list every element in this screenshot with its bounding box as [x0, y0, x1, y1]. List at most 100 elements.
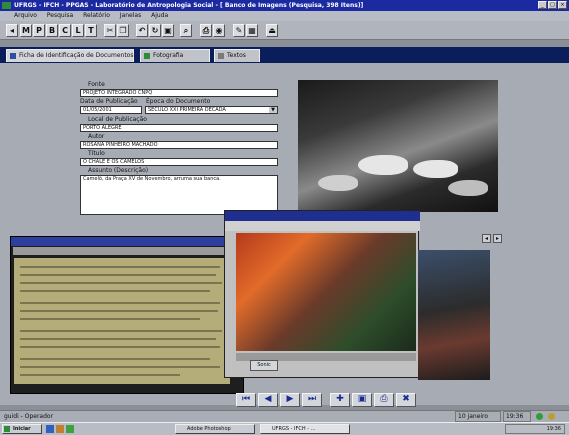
- document-icon: [10, 53, 16, 59]
- delete-record-icon[interactable]: ✖: [396, 393, 416, 407]
- toolbar-button-l[interactable]: L: [72, 24, 84, 37]
- copy-icon[interactable]: ❐: [117, 24, 129, 37]
- fonte-field[interactable]: PROJETO INTEGRADO CNPQ: [80, 89, 278, 97]
- titulo-label: Título: [88, 150, 105, 157]
- data-publicacao-field[interactable]: 01/05/2001: [80, 106, 142, 114]
- image-viewer-window: [224, 210, 420, 378]
- shoe-shape: [318, 175, 358, 191]
- browser-quicklaunch-icon[interactable]: [46, 425, 54, 433]
- menu-arquivo[interactable]: Arquivo: [14, 12, 37, 19]
- globe-icon[interactable]: ◉: [213, 24, 225, 37]
- text-line: [20, 330, 222, 332]
- text-line: [20, 290, 210, 292]
- text-line: [20, 318, 200, 320]
- autor-field[interactable]: ROSANA PINHEIRO MACHADO: [80, 141, 278, 149]
- app-logo-icon: [2, 2, 11, 9]
- next-record-icon[interactable]: ▶: [280, 393, 300, 407]
- taskbar-item-ufrgs[interactable]: UFRGS - IFCH - ...: [260, 424, 350, 434]
- print-record-icon[interactable]: ⎙: [374, 393, 394, 407]
- titulo-field[interactable]: O CHALE E OS CAMELÔS: [80, 158, 278, 166]
- add-record-icon[interactable]: ✚: [330, 393, 350, 407]
- menu-pesquisa[interactable]: Pesquisa: [47, 12, 73, 19]
- image-viewer-toolbar: [225, 221, 420, 231]
- status-date: 10 janeiro 2003: [455, 411, 501, 430]
- window-controls: _ □ ×: [538, 1, 567, 10]
- scroll-right-icon[interactable]: ▸: [493, 234, 502, 243]
- viewer-toolbar: [13, 247, 241, 255]
- toolbar-button-p[interactable]: P: [33, 24, 45, 37]
- market-photo: [236, 233, 416, 351]
- sonic-button[interactable]: Sonic: [250, 360, 278, 371]
- text-line: [20, 310, 218, 312]
- vendor-photo: [418, 250, 490, 380]
- window-title: UFRGS - IFCH - PPGAS - Laboratório de An…: [0, 0, 569, 11]
- text-line: [20, 274, 216, 276]
- text-line: [20, 338, 216, 340]
- menu-ajuda[interactable]: Ajuda: [151, 12, 168, 19]
- assunto-label: Assunto (Descrição): [88, 167, 149, 174]
- text-line: [20, 302, 220, 304]
- data-publicacao-label: Data de Publicação: [80, 98, 138, 105]
- minimize-button[interactable]: _: [538, 1, 547, 9]
- tab-textos-label: Textos: [227, 52, 246, 59]
- lock-status-icon: [548, 413, 555, 420]
- photo-preview: [298, 80, 498, 212]
- image-icon: [144, 53, 150, 59]
- exit-icon[interactable]: ⏏: [266, 24, 278, 37]
- tab-fotografia-label: Fotografia: [153, 52, 184, 59]
- refresh-icon[interactable]: ↻: [149, 24, 161, 37]
- chevron-down-icon[interactable]: ▼: [269, 107, 277, 113]
- print-icon[interactable]: ⎙: [200, 24, 212, 37]
- maximize-button[interactable]: □: [548, 1, 557, 9]
- close-button[interactable]: ×: [558, 1, 567, 9]
- assunto-textarea[interactable]: Camelô, da Praça XV de Novembro, arruma …: [80, 175, 278, 215]
- menu-relatorio[interactable]: Relatório: [83, 12, 110, 19]
- tab-fotografia[interactable]: Fotografia: [140, 49, 210, 62]
- edit-icon[interactable]: ✎: [233, 24, 245, 37]
- undo-icon[interactable]: ↶: [136, 24, 148, 37]
- desktop-quicklaunch-icon[interactable]: [56, 425, 64, 433]
- tab-ficha[interactable]: Ficha de Identificação de Documentos: [6, 49, 134, 62]
- toolbar-button-b[interactable]: B: [46, 24, 58, 37]
- shoe-shape: [413, 160, 458, 178]
- status-bar: guidi - Operador 10 janeiro 2003 19:36: [0, 410, 569, 430]
- menu-bar: Arquivo Pesquisa Relatório Janelas Ajuda: [0, 11, 569, 21]
- toolbar-button-m[interactable]: M: [20, 24, 32, 37]
- save-record-icon[interactable]: ▣: [352, 393, 372, 407]
- search-icon[interactable]: ⌕: [180, 24, 192, 37]
- viewer-titlebar: [11, 237, 243, 246]
- epoca-label: Época do Documento: [146, 98, 211, 105]
- picture-icon[interactable]: ▣: [162, 24, 174, 37]
- tab-strip: Ficha de Identificação de Documentos Fot…: [0, 47, 569, 63]
- text-line: [20, 346, 220, 348]
- last-record-icon[interactable]: ⏭: [302, 393, 322, 407]
- toolbar: ◂ M P B C L T ✂ ❐ ↶ ↻ ▣ ⌕ ⎙ ◉ ✎ ▦ ⏏: [0, 21, 569, 40]
- image-viewer-titlebar: [225, 211, 420, 221]
- toolbar-button-c[interactable]: C: [59, 24, 71, 37]
- shoe-shape: [448, 180, 488, 196]
- menu-janelas[interactable]: Janelas: [120, 12, 141, 19]
- tab-ficha-label: Ficha de Identificação de Documentos: [19, 52, 134, 59]
- text-line: [20, 374, 180, 376]
- autor-label: Autor: [88, 133, 105, 140]
- fonte-label: Fonte: [88, 81, 105, 88]
- toolbar-button-t[interactable]: T: [85, 24, 97, 37]
- shoe-shape: [358, 155, 408, 175]
- local-label: Local de Publicação: [88, 116, 147, 123]
- epoca-select[interactable]: SÉCULO XXI PRIMEIRA DÉCADA: [145, 106, 278, 114]
- first-record-icon[interactable]: ⏮: [236, 393, 256, 407]
- toolbar-first-icon[interactable]: ◂: [6, 24, 18, 37]
- local-field[interactable]: PORTO ALEGRE: [80, 124, 278, 132]
- text-icon: [218, 53, 224, 59]
- cut-icon[interactable]: ✂: [104, 24, 116, 37]
- scroll-left-icon[interactable]: ◂: [482, 234, 491, 243]
- status-time: 19:36: [503, 411, 531, 422]
- taskbar-item-photoshop[interactable]: Adobe Photoshop: [175, 424, 255, 434]
- calendar-icon[interactable]: ▦: [246, 24, 258, 37]
- text-line: [20, 266, 220, 268]
- previous-record-icon[interactable]: ◀: [258, 393, 278, 407]
- tab-textos[interactable]: Textos: [214, 49, 260, 62]
- mail-quicklaunch-icon[interactable]: [66, 425, 74, 433]
- windows-logo-icon: [4, 426, 10, 432]
- text-line: [20, 282, 222, 284]
